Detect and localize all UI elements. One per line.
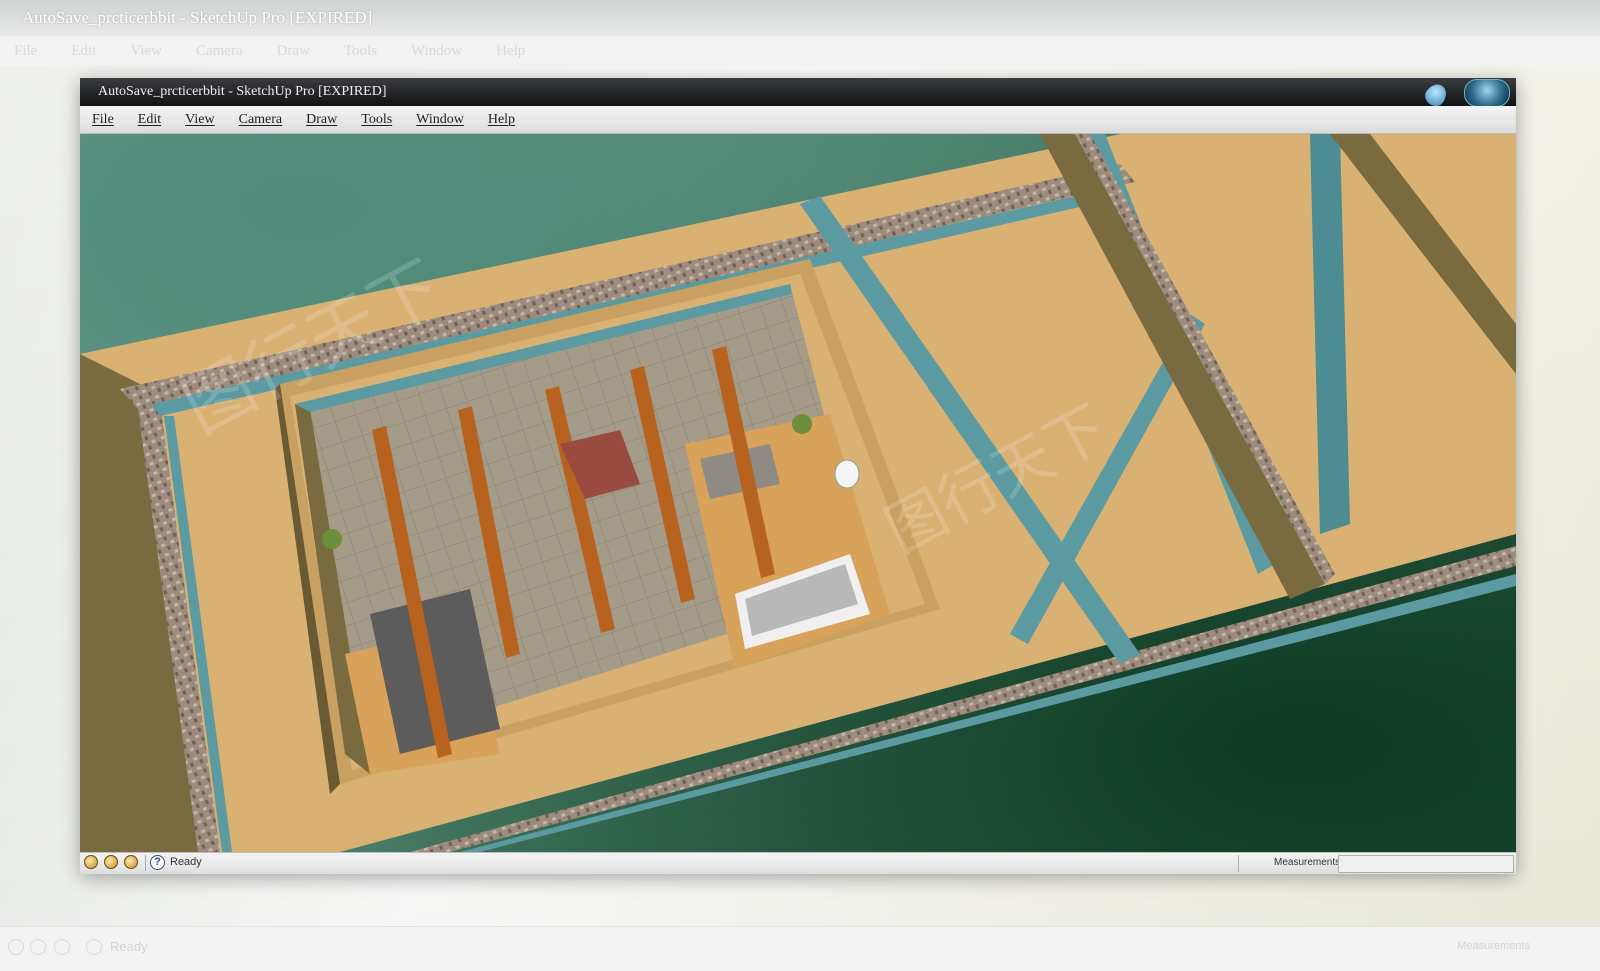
sketchup-window: AutoSave_prcticerbbit - SketchUp Pro [EX… [80, 78, 1516, 874]
background-menubar: File Edit View Camera Draw Tools Window … [0, 36, 1600, 66]
background-user-icon [54, 939, 70, 955]
status-separator [145, 855, 146, 871]
menu-camera[interactable]: Camera [239, 106, 283, 133]
3d-model-view: 图行天下 图行天下 [80, 134, 1516, 852]
status-text: Ready [170, 856, 202, 868]
menu-draw[interactable]: Draw [306, 106, 337, 133]
measurements-label: Measurements [1274, 857, 1341, 868]
window-orb-button[interactable] [1464, 79, 1510, 107]
menu-file[interactable]: File [92, 106, 114, 133]
menu-tools[interactable]: Tools [361, 106, 392, 133]
background-measurements-label: Measurements [1457, 940, 1530, 952]
background-menu-view: View [130, 43, 162, 59]
menu-help[interactable]: Help [488, 106, 515, 133]
background-title: AutoSave_prcticerbbit - SketchUp Pro [EX… [0, 0, 1600, 36]
background-help-icon [86, 939, 102, 955]
window-title: AutoSave_prcticerbbit - SketchUp Pro [EX… [98, 84, 387, 99]
menu-edit[interactable]: Edit [138, 106, 161, 133]
background-menu-edit: Edit [71, 43, 97, 59]
measurements-separator [1238, 855, 1239, 872]
background-menu-tools: Tools [343, 43, 378, 59]
title-bar[interactable]: AutoSave_prcticerbbit - SketchUp Pro [EX… [80, 78, 1516, 110]
menu-window[interactable]: Window [416, 106, 464, 133]
background-status-text: Ready [110, 939, 148, 954]
background-menu-draw: Draw [276, 43, 310, 59]
measurements-input[interactable] [1338, 855, 1514, 873]
background-geo-icon [8, 939, 24, 955]
status-bar: ? Ready Measurements [80, 852, 1516, 874]
background-menu-camera: Camera [195, 43, 243, 59]
credits-icon[interactable] [104, 855, 118, 869]
user-icon[interactable] [124, 855, 138, 869]
background-menu-window: Window [411, 43, 463, 59]
background-menu-help: Help [496, 43, 526, 59]
background-credits-icon [30, 939, 46, 955]
background-menu-file: File [14, 43, 38, 59]
model-viewport[interactable]: 图行天下 图行天下 [80, 134, 1516, 852]
background-statusbar: Ready Measurements [0, 926, 1600, 971]
menu-view[interactable]: View [185, 106, 214, 133]
geo-location-icon[interactable] [84, 855, 98, 869]
menu-bar: File Edit View Camera Draw Tools Window … [80, 106, 1516, 134]
help-icon[interactable]: ? [150, 855, 165, 870]
